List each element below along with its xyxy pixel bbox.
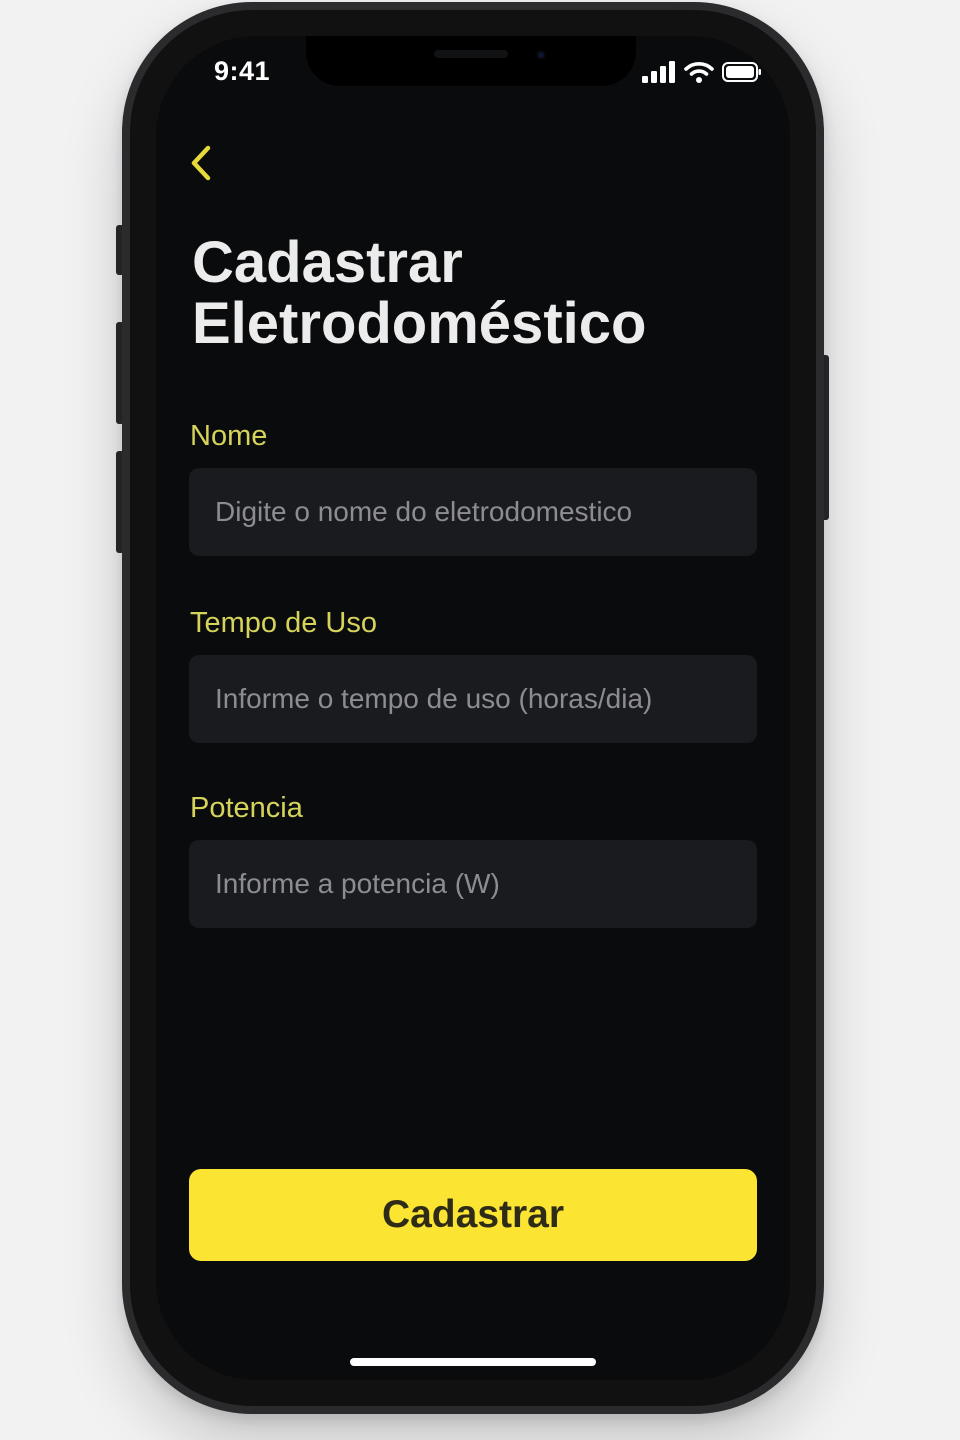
home-indicator: [350, 1358, 596, 1366]
battery-icon: [722, 62, 761, 82]
potencia-label: Potencia: [190, 792, 303, 824]
nome-input[interactable]: [189, 468, 757, 556]
back-button[interactable]: [180, 136, 224, 192]
tempo-de-uso-label: Tempo de Uso: [190, 607, 377, 639]
nome-label: Nome: [190, 420, 268, 452]
app-screen: 9:41 Cadastrar Eletrodoméstico Nome Temp…: [156, 36, 790, 1380]
front-camera: [536, 50, 546, 60]
cadastrar-button[interactable]: Cadastrar: [189, 1169, 757, 1261]
tempo-de-uso-input[interactable]: [189, 655, 757, 743]
status-icons: [642, 60, 762, 84]
speaker-grille: [434, 50, 508, 58]
wifi-icon: [684, 62, 714, 83]
status-time: 9:41: [214, 56, 271, 86]
potencia-input[interactable]: [189, 840, 757, 928]
cellular-signal-icon: [642, 61, 675, 83]
page-title-line-1: Cadastrar: [192, 230, 463, 295]
page-title: Cadastrar Eletrodoméstico: [192, 232, 752, 354]
notch: [306, 36, 636, 86]
chevron-left-icon: [191, 145, 211, 181]
page-title-line-2: Eletrodoméstico: [192, 291, 647, 356]
